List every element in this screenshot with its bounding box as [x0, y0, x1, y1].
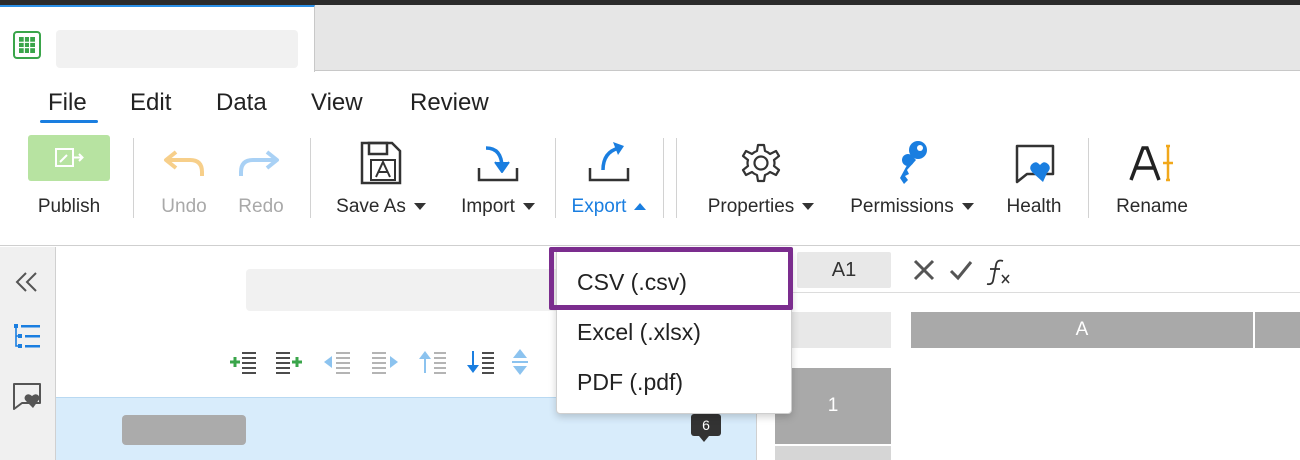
heart-folder-icon[interactable] [12, 381, 42, 411]
menu-edit[interactable]: Edit [130, 89, 171, 117]
health-button[interactable]: Health [994, 126, 1074, 226]
export-dropdown-menu: CSV (.csv) Excel (.xlsx) PDF (.pdf) [556, 248, 792, 414]
row-header-2[interactable] [775, 446, 891, 460]
outdent-icon[interactable] [324, 352, 350, 374]
rename-label: Rename [1116, 196, 1188, 217]
column-header-a[interactable]: A [911, 312, 1253, 348]
tree-list-icon[interactable] [12, 321, 42, 351]
add-row-below-icon[interactable] [276, 352, 302, 374]
expand-collapse-icon[interactable] [512, 349, 528, 375]
function-icon[interactable] [986, 259, 1010, 286]
undo-label: Undo [161, 196, 207, 217]
select-all-corner[interactable] [775, 312, 891, 348]
cancel-icon[interactable] [913, 259, 935, 281]
redo-icon [239, 150, 279, 176]
ribbon-separator [676, 138, 677, 218]
add-row-above-icon[interactable] [230, 352, 256, 374]
gear-icon [741, 143, 781, 183]
check-icon[interactable] [949, 261, 973, 281]
ribbon-separator [663, 138, 664, 218]
document-tab[interactable] [0, 5, 315, 72]
move-down-icon[interactable] [467, 351, 494, 374]
save-as-icon [360, 141, 402, 185]
health-heart-icon [1015, 144, 1055, 184]
rename-icon [1129, 144, 1173, 182]
left-rail [0, 247, 56, 460]
chevron-down-icon [522, 203, 535, 211]
document-title-field[interactable] [56, 30, 298, 68]
formula-bar-divider [775, 292, 1300, 293]
chevron-down-icon [961, 203, 974, 211]
export-button[interactable]: Export [558, 126, 660, 226]
export-excel-option[interactable]: Excel (.xlsx) [577, 319, 701, 346]
undo-button[interactable]: Undo [148, 126, 220, 226]
undo-icon [164, 150, 204, 176]
chevron-down-icon [413, 203, 426, 211]
permissions-label: Permissions [842, 196, 982, 218]
spreadsheet-grid: A1 A 1 [756, 247, 1300, 460]
row-header-1[interactable]: 1 [775, 368, 891, 444]
comment-count-badge[interactable]: 6 [691, 414, 721, 442]
export-text: Export [571, 196, 627, 217]
formula-controls [913, 259, 1010, 286]
row-label-placeholder [122, 415, 246, 445]
rename-button[interactable]: Rename [1106, 126, 1198, 226]
name-box[interactable]: A1 [797, 252, 891, 288]
key-icon [900, 141, 927, 184]
publish-button-bg [28, 135, 110, 181]
export-csv-option[interactable]: CSV (.csv) [577, 269, 687, 296]
outline-tools [230, 349, 528, 375]
export-icon [588, 142, 630, 182]
export-pdf-option[interactable]: PDF (.pdf) [577, 369, 683, 396]
indent-icon[interactable] [372, 352, 398, 374]
properties-text: Properties [707, 196, 795, 217]
menu-data[interactable]: Data [216, 89, 267, 117]
redo-label: Redo [238, 196, 284, 217]
ribbon-separator [555, 138, 556, 218]
chevron-up-icon [634, 203, 647, 211]
move-up-icon[interactable] [419, 351, 446, 374]
save-as-button[interactable]: Save As [330, 126, 432, 226]
publish-icon [55, 148, 84, 167]
import-text: Import [461, 196, 515, 217]
properties-label: Properties [695, 196, 827, 218]
permissions-button[interactable]: Permissions [842, 126, 982, 226]
save-as-text: Save As [336, 196, 406, 217]
ribbon-separator [133, 138, 134, 218]
column-header-b[interactable] [1255, 312, 1300, 348]
menu-review[interactable]: Review [410, 89, 489, 117]
chevron-down-icon [802, 203, 815, 211]
properties-button[interactable]: Properties [695, 126, 827, 226]
publish-label: Publish [37, 196, 101, 217]
ribbon-toolbar: Publish Undo Redo Save As Import Export … [0, 126, 1300, 246]
spreadsheet-icon [13, 31, 41, 59]
menu-file[interactable]: File [48, 89, 87, 117]
ribbon-separator [1088, 138, 1089, 218]
save-as-label: Save As [330, 196, 432, 218]
ribbon-separator [310, 138, 311, 218]
collapse-icon[interactable] [14, 271, 40, 293]
menu-bar: File Edit Data View Review [0, 72, 1300, 128]
redo-button[interactable]: Redo [225, 126, 297, 226]
import-label: Import [448, 196, 548, 218]
import-button[interactable]: Import [448, 126, 548, 226]
permissions-text: Permissions [850, 196, 954, 217]
publish-button[interactable]: Publish [0, 126, 138, 226]
menu-view[interactable]: View [311, 89, 363, 117]
active-menu-indicator [40, 120, 98, 123]
export-label: Export [558, 196, 660, 218]
import-icon [477, 146, 519, 182]
health-label: Health [1006, 196, 1062, 217]
